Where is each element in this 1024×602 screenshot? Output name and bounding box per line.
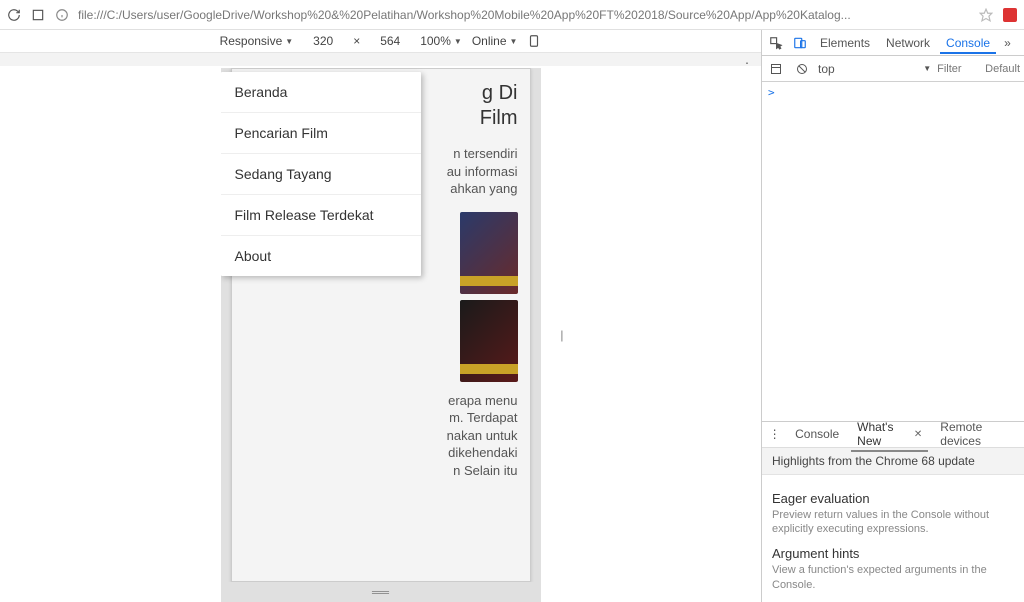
chevron-down-icon: ▼: [285, 37, 293, 46]
viewport-width-input[interactable]: [303, 34, 343, 48]
drawer-more-icon[interactable]: ⋮: [766, 424, 783, 444]
chevron-down-icon: ▼: [510, 37, 518, 46]
dimension-separator: ×: [353, 34, 360, 48]
drawer-tab-whatsnew-label: What's New: [857, 420, 910, 448]
whatsnew-section-title: Argument hints: [772, 546, 1014, 561]
close-icon[interactable]: ✕: [914, 429, 922, 440]
menu-item-beranda[interactable]: Beranda: [221, 72, 421, 113]
site-info-icon[interactable]: [54, 7, 70, 23]
clear-console-icon[interactable]: [792, 59, 812, 79]
device-toolbar: Responsive ▼ × 100% ▼ Online ▼: [0, 30, 761, 53]
device-area: g Di Film n tersendiri au informasi ahka…: [0, 66, 761, 602]
tab-elements[interactable]: Elements: [814, 32, 876, 54]
nav-dropdown-menu: Beranda Pencarian Film Sedang Tayang Fil…: [221, 72, 421, 276]
zoom-selector[interactable]: 100% ▼: [420, 34, 462, 48]
inspect-element-icon[interactable]: [766, 33, 786, 53]
address-bar-text[interactable]: file:///C:/Users/user/GoogleDrive/Worksh…: [78, 8, 970, 22]
drawer-tab-remote[interactable]: Remote devices: [934, 416, 1020, 452]
nav-home-icon[interactable]: [30, 7, 46, 23]
throttle-selector[interactable]: Online ▼: [472, 34, 518, 48]
context-value: top: [818, 62, 835, 76]
console-filter-input[interactable]: [937, 63, 979, 75]
extension-icon[interactable]: [1002, 7, 1018, 23]
rotate-device-button[interactable]: [527, 34, 541, 48]
movie-poster[interactable]: [460, 300, 518, 382]
chevron-down-icon: ▼: [454, 37, 462, 46]
tab-network[interactable]: Network: [880, 32, 936, 54]
menu-item-release[interactable]: Film Release Terdekat: [221, 195, 421, 236]
devtools-drawer: ⋮ Console What's New ✕ Remote devices Hi…: [762, 421, 1024, 602]
whatsnew-section-desc: Preview return values in the Console wit…: [772, 508, 1014, 537]
context-selector[interactable]: top ▼: [818, 62, 931, 76]
console-toolbar: top ▼ Default: [762, 56, 1024, 82]
toggle-device-toolbar-icon[interactable]: [790, 33, 810, 53]
console-output[interactable]: >: [762, 82, 1024, 421]
device-bottom-drag-handle[interactable]: ══: [221, 582, 541, 602]
browser-chrome-bar: file:///C:/Users/user/GoogleDrive/Worksh…: [0, 0, 1024, 30]
whatsnew-section-desc: View a function's expected arguments in …: [772, 563, 1014, 592]
console-sidebar-toggle-icon[interactable]: [766, 59, 786, 79]
bookmark-star-icon[interactable]: [978, 7, 994, 23]
nav-reload-icon[interactable]: [6, 7, 22, 23]
drawer-tab-whatsnew[interactable]: What's New ✕: [851, 416, 928, 452]
app-paragraph-2: erapa menu m. Terdapat nakan untuk dikeh…: [244, 392, 518, 480]
device-ruler: [0, 53, 761, 66]
drawer-tabs: ⋮ Console What's New ✕ Remote devices: [762, 422, 1024, 448]
viewport-height-input[interactable]: [370, 34, 410, 48]
app-viewport: g Di Film n tersendiri au informasi ahka…: [221, 68, 541, 582]
menu-item-tayang[interactable]: Sedang Tayang: [221, 154, 421, 195]
console-prompt-caret: >: [768, 86, 775, 99]
log-level-selector[interactable]: Default: [985, 63, 1020, 75]
whatsnew-section-title: Eager evaluation: [772, 491, 1014, 506]
drawer-tab-console[interactable]: Console: [789, 423, 845, 445]
throttle-value: Online: [472, 34, 507, 48]
whatsnew-body: Eager evaluation Preview return values i…: [762, 475, 1024, 602]
device-mode-pane: Responsive ▼ × 100% ▼ Online ▼ ⋮: [0, 30, 762, 602]
device-frame: g Di Film n tersendiri au informasi ahka…: [221, 68, 541, 602]
device-selector-label: Responsive: [220, 34, 283, 48]
movie-poster[interactable]: [460, 212, 518, 294]
chevron-down-icon: ▼: [923, 64, 931, 73]
zoom-value: 100%: [420, 34, 451, 48]
whatsnew-section: Eager evaluation Preview return values i…: [772, 491, 1014, 537]
devtools-tabs: Elements Network Console »: [762, 30, 1024, 56]
tab-console[interactable]: Console: [940, 32, 996, 54]
devtools-panel: Elements Network Console » top ▼ Default…: [762, 30, 1024, 602]
menu-item-about[interactable]: About: [221, 236, 421, 276]
device-selector[interactable]: Responsive ▼: [220, 34, 294, 48]
tabs-overflow-icon[interactable]: »: [1000, 36, 1015, 50]
menu-item-pencarian[interactable]: Pencarian Film: [221, 113, 421, 154]
whatsnew-section: Argument hints View a function's expecte…: [772, 546, 1014, 592]
